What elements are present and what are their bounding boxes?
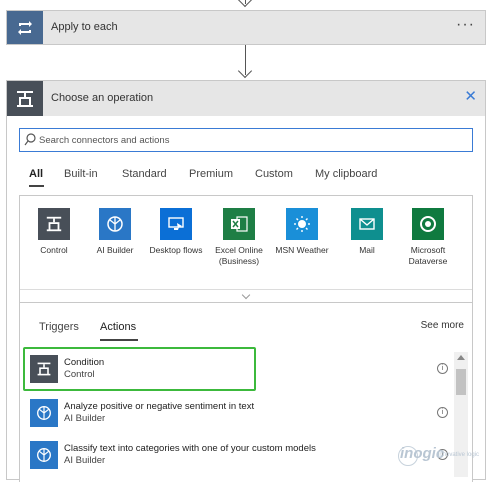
connector-grid: Control AI Builder Desktop flows Excel O… <box>19 195 473 303</box>
connector-label: MSN Weather <box>275 245 329 255</box>
operation-header: Choose an operation ✕ <box>7 81 485 116</box>
watermark-tagline: innovative logic <box>438 452 480 458</box>
control-icon <box>7 81 43 116</box>
connector-label: AI Builder <box>96 245 134 255</box>
ai-builder-icon <box>30 399 58 427</box>
more-options-button[interactable]: ··· <box>456 16 475 34</box>
tab-my-clipboard[interactable]: My clipboard <box>315 168 377 180</box>
condition-highlight <box>23 347 256 391</box>
search-placeholder: Search connectors and actions <box>39 135 170 146</box>
choose-operation-card: Choose an operation ✕ Search connectors … <box>6 80 486 482</box>
tab-premium[interactable]: Premium <box>189 168 233 180</box>
connector-tile-mail[interactable]: Mail <box>338 208 396 256</box>
excel-icon <box>223 208 255 240</box>
tab-actions[interactable]: Actions <box>100 321 136 333</box>
connector-tile-desktop-flows[interactable]: Desktop flows <box>147 208 205 256</box>
weather-icon <box>286 208 318 240</box>
scroll-thumb[interactable] <box>456 369 466 395</box>
ai-builder-icon <box>99 208 131 240</box>
control-icon <box>38 208 70 240</box>
desktop-flows-icon <box>160 208 192 240</box>
active-sub-tab-indicator <box>100 339 138 341</box>
loop-icon <box>7 11 43 44</box>
info-icon[interactable]: i <box>437 407 448 418</box>
dataverse-icon <box>412 208 444 240</box>
apply-to-each-card[interactable]: Apply to each ··· <box>6 10 486 45</box>
connector-tile-msn-weather[interactable]: MSN Weather <box>273 208 331 256</box>
action-item-classify-text[interactable]: Classify text into categories with one o… <box>28 439 448 473</box>
action-connector: AI Builder <box>64 455 106 466</box>
connector-arrow-top <box>237 0 253 8</box>
ai-builder-icon <box>30 441 58 469</box>
operation-title: Choose an operation <box>51 92 154 104</box>
tab-built-in[interactable]: Built-in <box>64 168 98 180</box>
action-item-analyze-sentiment[interactable]: Analyze positive or negative sentiment i… <box>28 397 448 431</box>
scroll-up-icon[interactable] <box>457 355 465 360</box>
connector-tile-microsoft-dataverse[interactable]: Microsoft Dataverse <box>399 208 457 266</box>
active-tab-indicator <box>29 185 44 187</box>
tab-custom[interactable]: Custom <box>255 168 293 180</box>
apply-to-each-title: Apply to each <box>51 21 118 33</box>
search-icon <box>24 133 36 152</box>
mail-icon <box>351 208 383 240</box>
see-more-link[interactable]: See more <box>421 320 464 331</box>
connector-label: Mail <box>359 245 375 255</box>
tab-standard[interactable]: Standard <box>122 168 167 180</box>
action-title: Classify text into categories with one o… <box>64 443 316 454</box>
tab-triggers[interactable]: Triggers <box>39 321 79 333</box>
action-title: Analyze positive or negative sentiment i… <box>64 401 255 412</box>
connector-label: Desktop flows <box>149 245 203 255</box>
actions-scrollbar[interactable] <box>454 352 468 477</box>
search-input[interactable]: Search connectors and actions <box>19 128 473 152</box>
connector-label: Microsoft Dataverse <box>408 245 448 266</box>
tab-all[interactable]: All <box>29 168 43 180</box>
close-icon[interactable]: ✕ <box>464 89 477 104</box>
expand-connectors-button[interactable] <box>20 289 472 302</box>
action-connector: AI Builder <box>64 413 106 424</box>
info-icon[interactable]: i <box>437 363 448 374</box>
connector-label: Excel Online (Business) <box>215 245 263 266</box>
connector-tile-control[interactable]: Control <box>25 208 83 256</box>
connector-arrow <box>237 63 253 79</box>
connector-tile-ai-builder[interactable]: AI Builder <box>86 208 144 256</box>
chevron-down-icon <box>241 290 251 300</box>
connector-label: Control <box>40 245 68 255</box>
connector-tile-excel-online[interactable]: Excel Online (Business) <box>210 208 268 266</box>
